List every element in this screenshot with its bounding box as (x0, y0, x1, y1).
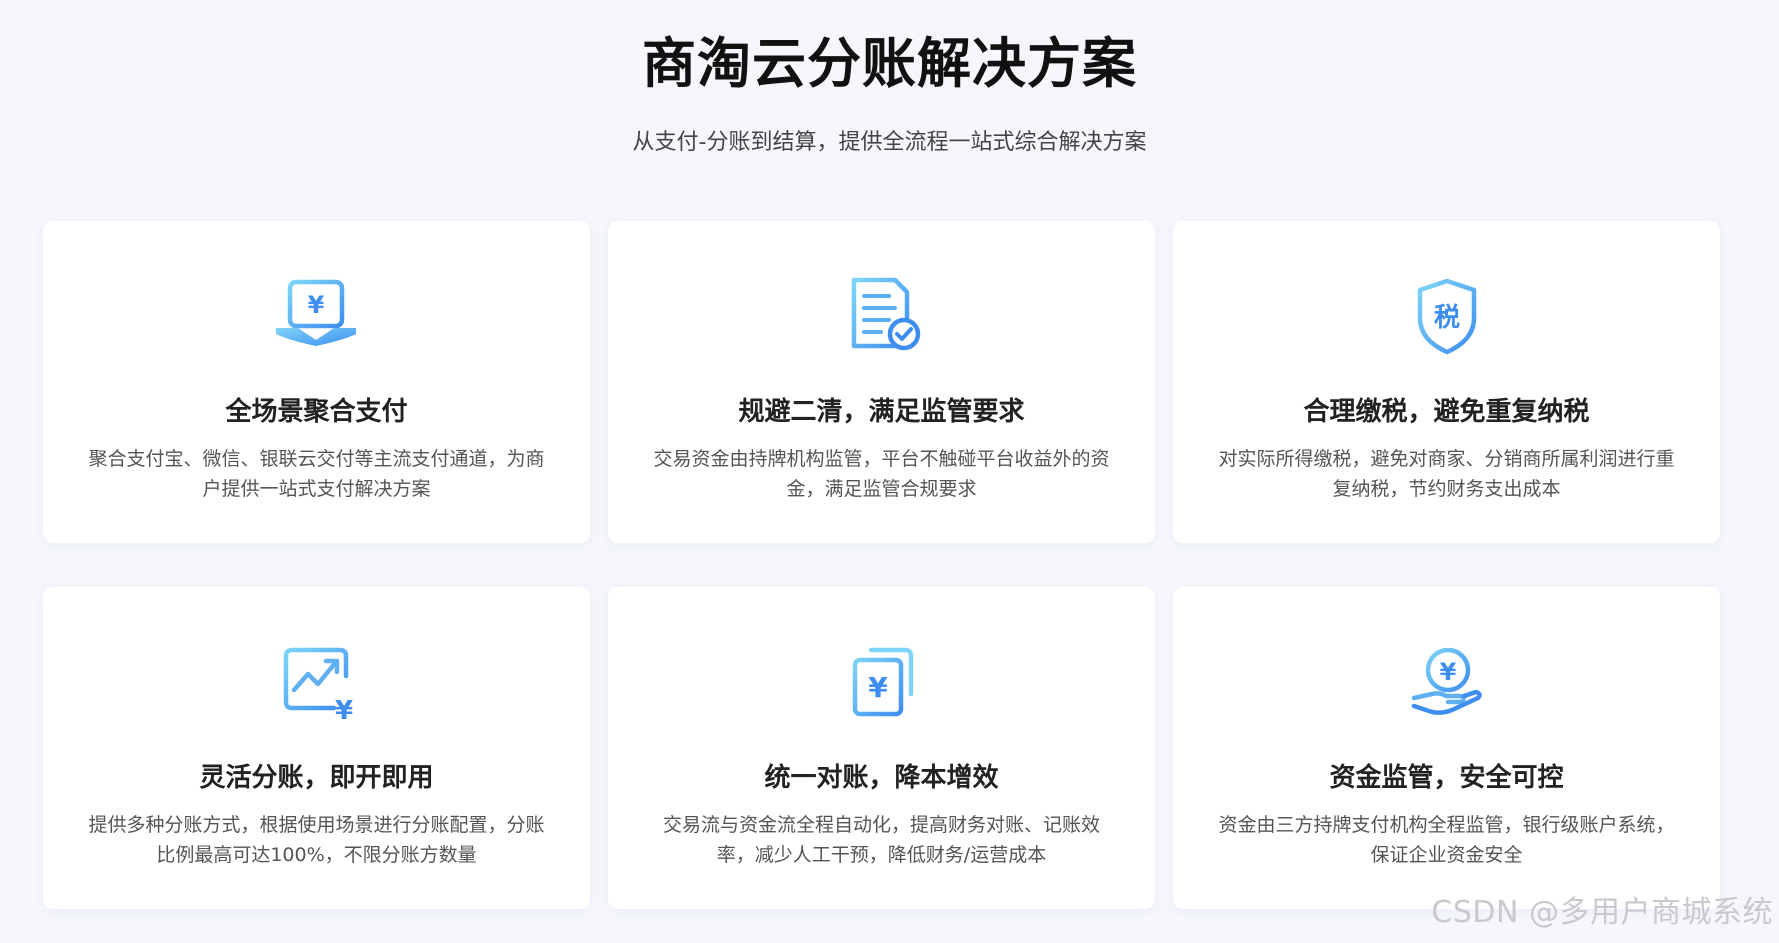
feature-card-compliance: 规避二清，满足监管要求 交易资金由持牌机构监管，平台不触碰平台收益外的资金，满足… (608, 221, 1155, 543)
page-header: 商淘云分账解决方案 从支付-分账到结算，提供全流程一站式综合解决方案 (0, 0, 1779, 158)
feature-card-fund-supervision: ¥ 资金监管，安全可控 资金由三方持牌支付机构全程监管，银行级账户系统，保证企业… (1173, 587, 1720, 909)
fund-hand-icon: ¥ (1411, 647, 1482, 715)
tax-shield-icon: 税 (1417, 278, 1476, 355)
page-title: 商淘云分账解决方案 (642, 32, 1137, 95)
card-description: 交易流与资金流全程自动化，提高财务对账、记账效率，减少人工干预，降低财务/运营成… (662, 814, 1100, 866)
payment-scene-icon: ¥ (275, 279, 356, 346)
reconciliation-cards-icon: ¥ (852, 647, 913, 717)
feature-grid: ¥ 全场景聚合支付 聚合支付宝、微信、银联云交付等主流支付通道，为商户提供一站式… (43, 221, 1720, 909)
feature-card-flexible-split: ¥ 灵活分账，即开即用 提供多种分账方式，根据使用场景进行分账配置，分账比例最高… (43, 587, 590, 909)
yuan-glyph: ¥ (334, 696, 352, 722)
compliance-document-icon (851, 277, 920, 351)
page-subtitle: 从支付-分账到结算，提供全流程一站式综合解决方案 (632, 130, 1147, 155)
watermark: CSDN @多用户商城系统 (1431, 895, 1773, 930)
feature-card-tax: 税 合理缴税，避免重复纳税 对实际所得缴税，避免对商家、分销商所属利润进行重复纳… (1173, 221, 1720, 543)
tax-glyph: 税 (1433, 303, 1459, 333)
card-title: 灵活分账，即开即用 (199, 763, 434, 793)
card-description: 资金由三方持牌支付机构全程监管，银行级账户系统，保证企业资金安全 (1218, 814, 1675, 866)
card-title: 合理缴税，避免重复纳税 (1303, 397, 1590, 427)
card-description: 对实际所得缴税，避免对商家、分销商所属利润进行重复纳税，节约财务支出成本 (1218, 448, 1675, 500)
card-description: 交易资金由持牌机构监管，平台不触碰平台收益外的资金，满足监管合规要求 (653, 448, 1110, 500)
card-title: 全场景聚合支付 (225, 397, 408, 427)
card-title: 资金监管，安全可控 (1329, 763, 1564, 793)
card-description: 提供多种分账方式，根据使用场景进行分账配置，分账比例最高可达100%，不限分账方… (88, 814, 545, 866)
card-description: 聚合支付宝、微信、银联云交付等主流支付通道，为商户提供一站式支付解决方案 (88, 448, 545, 500)
feature-card-reconciliation: ¥ 统一对账，降本增效 交易流与资金流全程自动化，提高财务对账、记账效率，减少人… (608, 587, 1155, 909)
card-title: 统一对账，降本增效 (764, 763, 999, 793)
yuan-glyph: ¥ (1439, 658, 1456, 686)
yuan-glyph: ¥ (307, 291, 324, 319)
card-title: 规避二清，满足监管要求 (738, 397, 1025, 427)
yuan-glyph: ¥ (868, 671, 888, 704)
growth-chart-icon: ¥ (283, 647, 353, 722)
feature-card-aggregate-payment: ¥ 全场景聚合支付 聚合支付宝、微信、银联云交付等主流支付通道，为商户提供一站式… (43, 221, 590, 543)
